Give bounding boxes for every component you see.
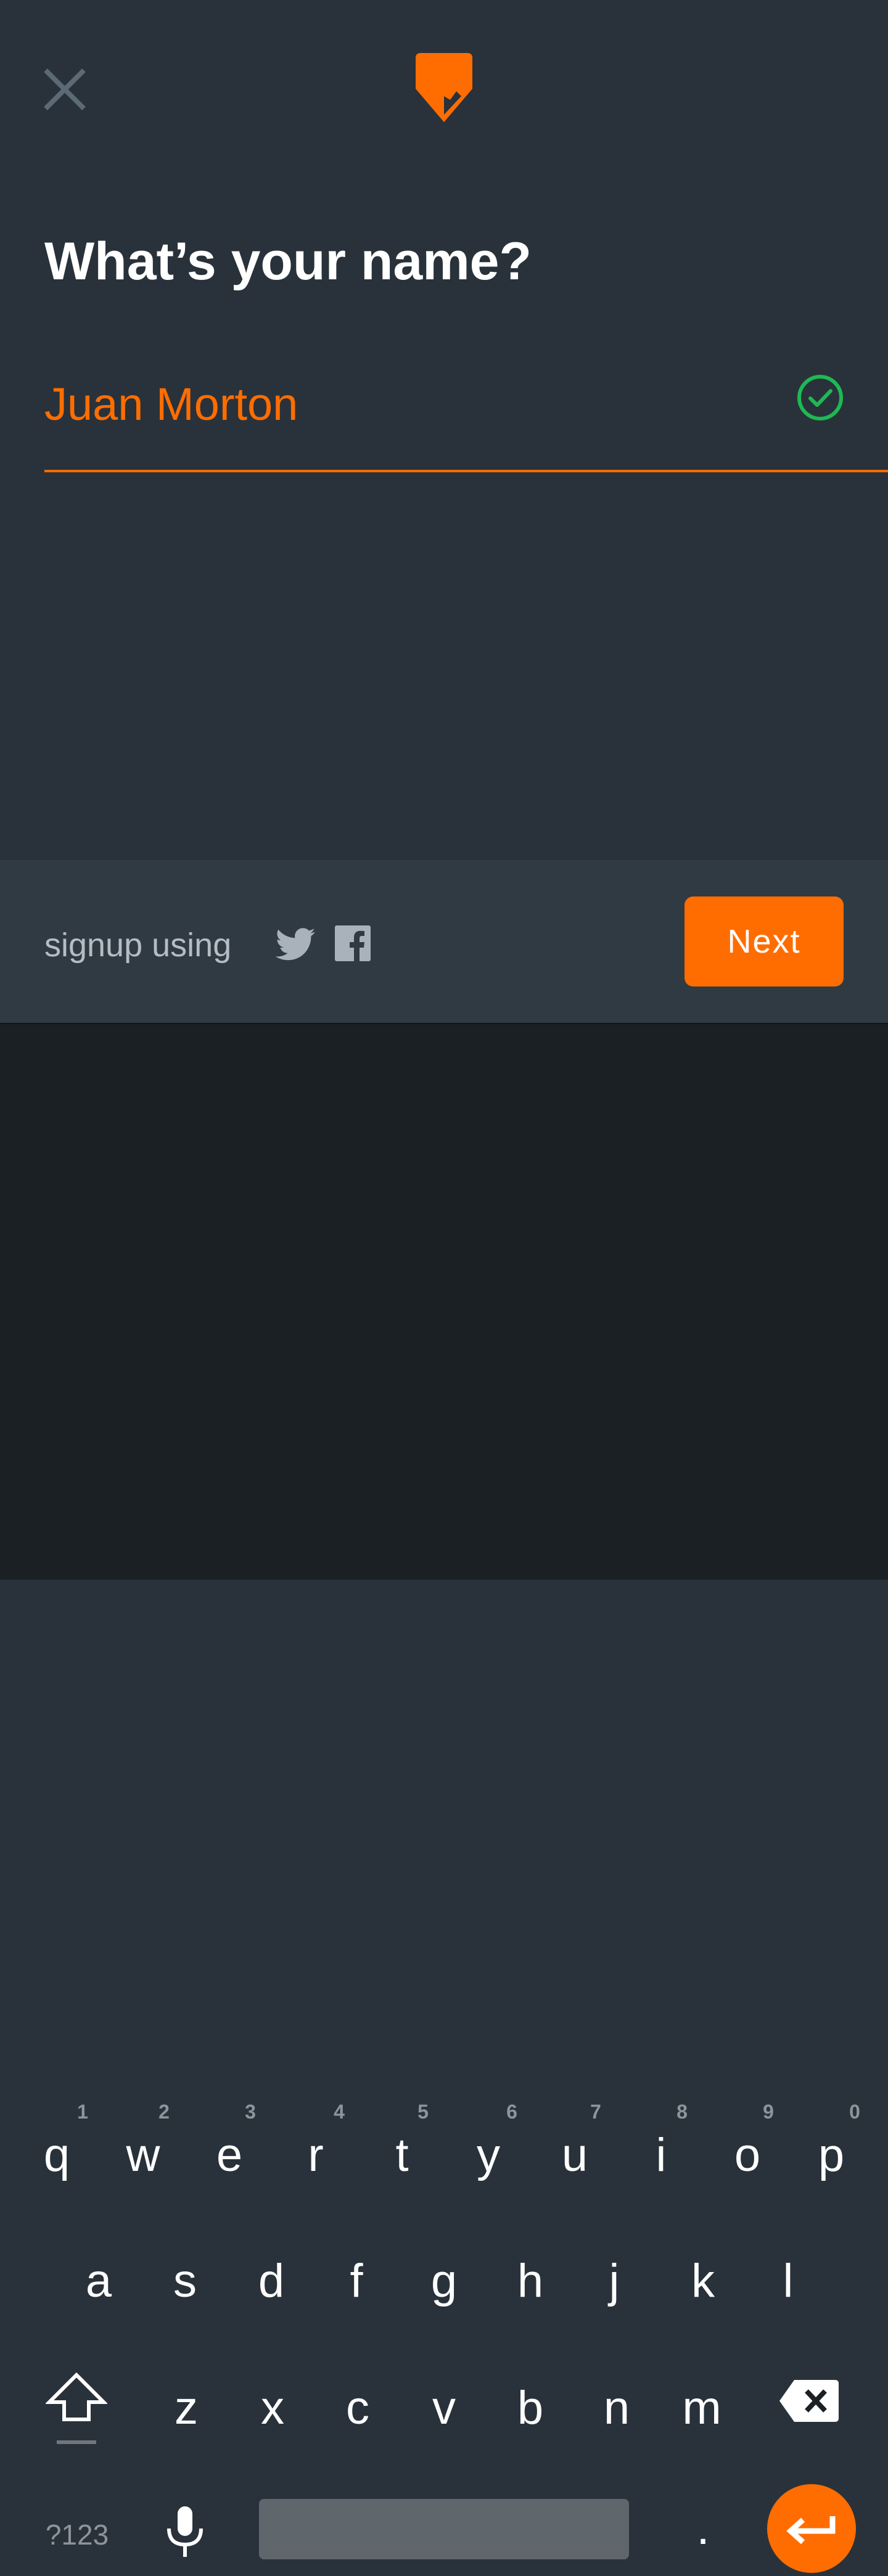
key-m[interactable]: m: [665, 2362, 739, 2455]
key-v[interactable]: v: [407, 2362, 481, 2455]
facebook-icon[interactable]: [335, 925, 371, 961]
key-f[interactable]: f: [319, 2235, 393, 2328]
enter-icon: [786, 2516, 836, 2545]
signup-screen: What’s your name?: [0, 0, 888, 860]
key-t[interactable]: t: [365, 2109, 439, 2202]
key-h[interactable]: h: [493, 2235, 567, 2328]
period-key[interactable]: .: [666, 2492, 740, 2566]
key-w[interactable]: w: [106, 2109, 180, 2202]
close-icon: [44, 68, 86, 110]
name-input[interactable]: [44, 370, 754, 438]
key-j[interactable]: j: [577, 2235, 651, 2328]
key-i[interactable]: i: [624, 2109, 698, 2202]
pin-logo-icon: [413, 51, 475, 125]
microphone-icon: [167, 2506, 203, 2557]
key-q[interactable]: q: [20, 2109, 94, 2202]
close-button[interactable]: [43, 68, 86, 111]
key-x[interactable]: x: [236, 2362, 310, 2455]
key-a[interactable]: a: [62, 2235, 136, 2328]
key-p[interactable]: p: [794, 2109, 868, 2202]
signup-label: signup using: [44, 927, 232, 964]
next-button[interactable]: Next: [684, 896, 844, 987]
backspace-icon: [779, 2380, 839, 2422]
key-k[interactable]: k: [666, 2235, 740, 2328]
onscreen-keyboard: 1 2 3 4 5 6 7 8 9 0 q w e r t y u i o p …: [0, 1023, 888, 2573]
key-r[interactable]: r: [279, 2109, 353, 2202]
enter-key[interactable]: [767, 2484, 856, 2573]
key-l[interactable]: l: [751, 2235, 825, 2328]
twitter-icon[interactable]: [274, 924, 317, 967]
symbols-key[interactable]: ?123: [31, 2510, 123, 2559]
space-key[interactable]: [259, 2499, 629, 2559]
mic-key[interactable]: [160, 2504, 210, 2559]
key-e[interactable]: e: [192, 2109, 266, 2202]
page-title: What’s your name?: [44, 232, 532, 291]
shift-icon: [44, 2372, 109, 2444]
key-u[interactable]: u: [538, 2109, 612, 2202]
key-o[interactable]: o: [710, 2109, 784, 2202]
key-d[interactable]: d: [234, 2235, 308, 2328]
key-c[interactable]: c: [321, 2362, 395, 2455]
key-b[interactable]: b: [493, 2362, 567, 2455]
key-n[interactable]: n: [580, 2362, 654, 2455]
shift-key[interactable]: [44, 2371, 109, 2445]
input-underline: [44, 470, 888, 472]
check-circle-icon: [796, 373, 845, 422]
key-z[interactable]: z: [149, 2362, 223, 2455]
key-y[interactable]: y: [451, 2109, 525, 2202]
key-g[interactable]: g: [407, 2235, 481, 2328]
key-s[interactable]: s: [148, 2235, 222, 2328]
backspace-key[interactable]: [778, 2376, 840, 2426]
